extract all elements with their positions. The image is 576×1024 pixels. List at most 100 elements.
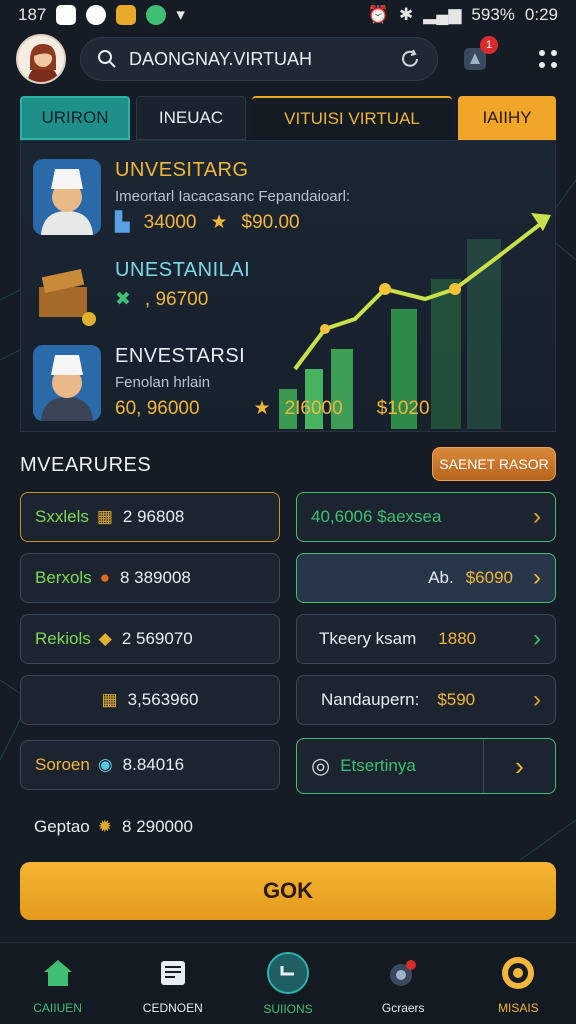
chevron-right-icon: ›: [533, 503, 541, 530]
nav-item-sessions[interactable]: SUIIONS: [230, 943, 345, 1024]
investment-item[interactable]: ENVESTARSI Fenolan hrlain 60, 96000 ★ 2I…: [33, 345, 430, 421]
offer-label: Etsertinya: [340, 756, 416, 775]
star-icon: ★: [210, 212, 228, 233]
offer-label: Tkeery ksam: [319, 629, 417, 648]
target-icon: [498, 953, 538, 993]
nav-item-missions[interactable]: MISAIS: [461, 943, 576, 1024]
asset-card[interactable]: ▦ 3,563960: [20, 675, 280, 725]
nav-label: MISAIS: [498, 1000, 539, 1015]
chevron-right-icon: ›: [533, 625, 541, 652]
investment-value: , 96700: [144, 288, 209, 310]
top-bar: 1: [16, 34, 560, 84]
select-button[interactable]: SAENET RASOR: [432, 447, 556, 481]
offer-card[interactable]: 40,6006 $aexsea ›: [296, 492, 556, 542]
asset-value: 8.84016: [122, 755, 185, 774]
asset-label: Rekiols: [35, 629, 91, 648]
investment-subtitle: Fenolan hrlain: [115, 374, 211, 391]
app-icon: [56, 5, 77, 25]
asset-card[interactable]: Soroen ◉ 8.84016: [20, 740, 280, 790]
coin-stack-icon: ▦: [101, 690, 118, 709]
asset-card[interactable]: Sxxlels ▦ 2 96808: [20, 492, 280, 542]
chevron-right-button[interactable]: ›: [483, 739, 555, 793]
offer-card[interactable]: Nandaupern: $590 ›: [296, 675, 556, 725]
investment-item[interactable]: UNVESITARG Imeortarl Iacacasanc Fepandai…: [33, 159, 350, 235]
search-bar[interactable]: [80, 37, 438, 81]
search-icon: [98, 50, 116, 68]
menu-dots-icon[interactable]: [536, 47, 560, 71]
treasure-box-icon: [33, 259, 101, 335]
bluetooth-icon: ✱: [398, 5, 414, 24]
investment-title: ENVESTARSI: [115, 345, 246, 367]
offer-card[interactable]: ◎ Etsertinya ›: [296, 738, 556, 794]
nav-label: Gcraers: [381, 1000, 425, 1015]
asset-value: 8 389008: [119, 568, 191, 587]
gear-coin-icon: ✹: [97, 817, 113, 836]
spinner-icon: ◎: [311, 753, 331, 778]
coin-stack-icon: ▦: [96, 507, 113, 526]
offer-amount: $590: [437, 690, 476, 709]
nav-label: SUIIONS: [263, 1001, 313, 1016]
star-icon: ★: [253, 398, 271, 419]
notification-badge: 1: [480, 36, 498, 54]
investment-price: $1020: [376, 397, 430, 419]
asset-card[interactable]: Rekiols ◆ 2 569070: [20, 614, 280, 664]
app-icon: [116, 5, 137, 25]
refresh-icon[interactable]: [399, 48, 421, 70]
home-icon: [38, 953, 78, 993]
asset-card[interactable]: Geptao ✹ 8 290000: [20, 802, 280, 852]
investment-value: 2I6000: [284, 397, 343, 419]
tab-bar: URIRON INEUAC VITUISI VIRTUAL IAIIHY: [20, 96, 556, 140]
investor-avatar: [33, 159, 101, 235]
section-title: MVEARURES: [20, 454, 152, 476]
investment-value: 34000: [143, 211, 197, 233]
bottom-nav: CAIIUEN CEDNOEN SUIIONS Gcraers MISAIS: [0, 942, 576, 1024]
asset-value: 8 290000: [122, 817, 193, 836]
app-icon: [86, 5, 107, 25]
avatar[interactable]: [16, 34, 66, 84]
asset-value: 3,563960: [127, 690, 199, 709]
nav-item-games[interactable]: Gcraers: [346, 943, 461, 1024]
investment-value: 60, 96000: [115, 397, 200, 419]
offer-label: Nandaupern:: [321, 690, 420, 709]
status-time-left: 187: [18, 5, 47, 24]
go-button[interactable]: GOK: [20, 862, 556, 920]
chart-mini-icon: ▙: [115, 212, 130, 233]
notification-button[interactable]: 1: [460, 36, 498, 74]
nav-label: CEDNOEN: [142, 1000, 203, 1015]
chevron-right-icon: ›: [533, 564, 541, 591]
investor-avatar: [33, 345, 101, 421]
offer-amount: $6090: [465, 568, 513, 587]
alarm-icon: ⏰: [367, 5, 389, 24]
gold-bar-icon: ◆: [98, 629, 112, 648]
tab-uriron[interactable]: URIRON: [20, 96, 130, 140]
nav-item-documents[interactable]: CEDNOEN: [115, 943, 230, 1024]
signal-icon: ▂▄▆: [423, 5, 462, 24]
offer-amount: 1880: [438, 629, 477, 648]
asset-label: Geptao: [34, 817, 90, 836]
tab-ineuac[interactable]: INEUAC: [136, 96, 246, 140]
arrows-icon: ✖: [115, 289, 131, 310]
status-bar: 187 ▾ ⏰ ✱ ▂▄▆ 593% 0:29: [0, 0, 576, 30]
tab-iaiihy[interactable]: IAIIHY: [458, 96, 556, 140]
offer-label: Ab.: [428, 568, 454, 587]
search-input[interactable]: [129, 48, 387, 70]
nav-item-home[interactable]: CAIIUEN: [0, 943, 115, 1024]
clock: 0:29: [524, 5, 558, 24]
investment-subtitle: Imeortarl Iacacasanc Fepandaioarl:: [115, 188, 351, 205]
offer-card[interactable]: Tkeery ksam 1880 ›: [296, 614, 556, 664]
investment-panel: UNVESITARG Imeortarl Iacacasanc Fepandai…: [20, 140, 556, 432]
asset-card[interactable]: Berxols ● 8 389008: [20, 553, 280, 603]
battery-status: 593%: [471, 5, 515, 24]
tab-virtual[interactable]: VITUISI VIRTUAL: [252, 96, 452, 140]
nav-label: CAIIUEN: [33, 1000, 82, 1015]
investment-item[interactable]: UNESTANILAI ✖ , 96700: [33, 259, 250, 335]
offer-card[interactable]: Ab. $6090 ›: [296, 553, 556, 603]
asset-label: Soroen: [35, 755, 90, 774]
asset-label: Berxols: [35, 568, 92, 587]
token-icon: ◉: [97, 755, 113, 774]
asset-value: 2 569070: [121, 629, 193, 648]
chevron-down-icon: ▾: [176, 5, 185, 24]
asset-value: 2 96808: [122, 507, 185, 526]
coin-icon: ●: [99, 568, 110, 587]
asset-label: Sxxlels: [35, 507, 89, 526]
